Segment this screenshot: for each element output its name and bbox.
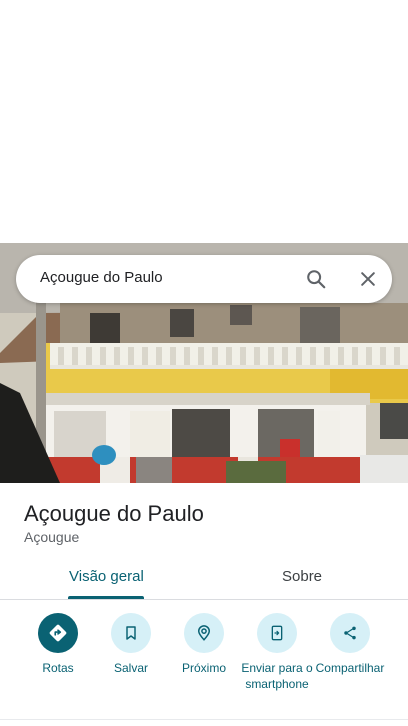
- share-icon: [330, 613, 370, 653]
- send-to-phone-button[interactable]: Enviar para o smartphone: [239, 613, 315, 692]
- map-blank-area: [0, 0, 408, 243]
- save-button[interactable]: Salvar: [93, 613, 169, 676]
- save-label: Salvar: [113, 661, 148, 675]
- directions-icon: [38, 613, 78, 653]
- share-label: Compartilhar: [315, 661, 385, 675]
- nearby-label: Próximo: [181, 661, 226, 675]
- search-icon[interactable]: [302, 265, 330, 293]
- place-title: Açougue do Paulo: [24, 501, 204, 526]
- share-button[interactable]: Compartilhar: [312, 613, 388, 676]
- search-input[interactable]: Açougue do Paulo: [40, 269, 163, 286]
- search-bar[interactable]: Açougue do Paulo: [16, 255, 392, 303]
- directions-label: Rotas: [42, 661, 74, 675]
- tab-selected-indicator: [68, 596, 144, 599]
- close-icon[interactable]: [354, 265, 382, 293]
- tab-bar: Visão geral Sobre: [0, 560, 408, 600]
- tab-about[interactable]: Sobre: [282, 568, 322, 585]
- place-category: Açougue: [24, 529, 80, 545]
- nearby-icon: [184, 613, 224, 653]
- bottom-divider: [0, 719, 408, 720]
- send-to-phone-icon: [257, 613, 297, 653]
- bookmark-icon: [111, 613, 151, 653]
- send-to-phone-label: Enviar para o smartphone: [241, 661, 313, 691]
- directions-button[interactable]: Rotas: [20, 613, 96, 676]
- nearby-button[interactable]: Próximo: [166, 613, 242, 676]
- place-sheet: Açougue do Paulo Açougue Visão geral Sob…: [0, 483, 408, 726]
- tab-overview[interactable]: Visão geral: [69, 568, 144, 585]
